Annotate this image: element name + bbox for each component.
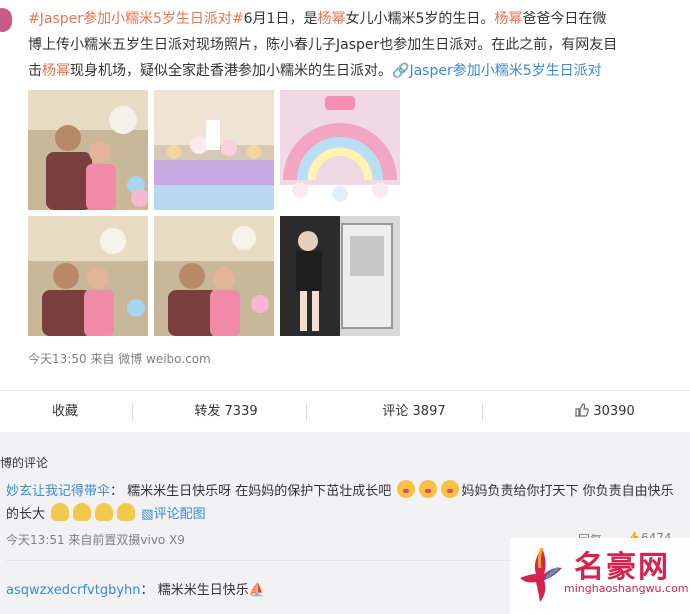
favorite-label: 收藏 <box>51 404 78 419</box>
action-bar: 收藏 转发 7339 评论 3897 30390 <box>0 390 690 434</box>
photo-image <box>280 90 400 210</box>
post-line-2: 博上传小糯米五岁生日派对现场照片，陈小春儿子Jasper也参加生日派对。在此之前… <box>28 37 618 53</box>
hug-emoji-icon <box>117 503 136 521</box>
mention-yangmi[interactable]: 杨幂 <box>42 63 70 79</box>
comment-text: 妈妈负责给你打天下 你负责自由快乐 <box>461 484 674 499</box>
hug-emoji-icon <box>51 503 70 521</box>
ship-emoji-icon: ⛵ <box>248 583 265 598</box>
like-count: 30390 <box>593 404 635 419</box>
comments-title: 博的评论 <box>0 456 49 470</box>
comment-meta: 今天13:51 来自前置双摄vivo X9 <box>6 533 185 547</box>
post-line-3: 击杨幂现身机场，疑似全家赴香港参加小糯米的生日派对。🔗Jasper参加小糯米5岁… <box>28 58 683 84</box>
post-text-segment: 爸爸今日在微 <box>522 11 607 27</box>
photo-thumbnail-3[interactable] <box>280 90 400 210</box>
photo-image <box>28 216 148 336</box>
repost-button[interactable]: 转发 7339 <box>146 391 306 433</box>
comment-username[interactable]: 妙玄让我记得带伞 <box>6 484 110 499</box>
comment-text: 糯米米生日快乐 <box>157 583 249 598</box>
photo-thumbnail-5[interactable] <box>154 216 274 336</box>
post-text: #Jasper参加小糯米5岁生日派对#6月1日，是杨幂女儿小糯米5岁的生日。杨幂… <box>28 6 683 84</box>
post-text-segment: 击 <box>28 63 42 79</box>
divider <box>306 403 307 421</box>
kiss-emoji-icon <box>397 480 416 498</box>
comment-button[interactable]: 评论 3897 <box>334 391 494 433</box>
image-icon: ▧ <box>141 507 154 522</box>
mention-yangmi[interactable]: 杨幂 <box>317 11 345 27</box>
topic-link[interactable]: 🔗Jasper参加小糯米5岁生日派对 <box>392 63 602 79</box>
comment-image-link-label: 评论配图 <box>153 507 206 522</box>
watermark-url: minghaoshangwu.com <box>564 582 689 595</box>
like-button[interactable]: 30390 <box>520 391 690 433</box>
post-text-segment: 女儿小糯米5岁的生日。 <box>345 11 495 27</box>
thumbs-up-icon <box>575 403 590 417</box>
comment-username[interactable]: asqwzxedcrfvtgbyhn <box>6 583 141 598</box>
comment-colon: ： <box>110 484 124 499</box>
photo-image <box>280 216 400 336</box>
post-meta: 今天13:50 来自 微博 weibo.com <box>28 352 211 366</box>
comment-text: 糯米米生日快乐呀 在妈妈的保护下茁壮成长吧 <box>127 484 392 499</box>
photo-thumbnail-4[interactable] <box>28 216 148 336</box>
photo-thumbnail-6[interactable] <box>280 216 400 336</box>
photo-image <box>28 90 148 210</box>
hashtag-link[interactable]: #Jasper参加小糯米5岁生日派对# <box>28 11 244 27</box>
comment-colon: ： <box>140 583 154 598</box>
avatar[interactable] <box>0 8 12 32</box>
kiss-emoji-icon <box>441 480 460 498</box>
photo-image <box>154 216 274 336</box>
favorite-button[interactable]: 收藏 <box>0 391 130 433</box>
comment-text: 的长大 <box>6 507 46 522</box>
watermark-title: 名豪网 <box>574 550 670 585</box>
photo-thumbnail-1[interactable] <box>28 90 148 210</box>
link-icon: 🔗 <box>392 63 410 79</box>
hug-emoji-icon <box>95 503 114 521</box>
divider <box>132 403 133 421</box>
kiss-emoji-icon <box>419 480 438 498</box>
divider <box>482 403 483 421</box>
watermark-logo-icon <box>520 547 562 602</box>
post-text-segment: 6月1日，是 <box>243 11 318 27</box>
comment-item: 妙玄让我记得带伞： 糯米米生日快乐呀 在妈妈的保护下茁壮成长吧 妈妈负责给你打天… <box>6 480 686 526</box>
repost-label: 转发 7339 <box>194 404 258 419</box>
photo-thumbnail-2[interactable] <box>154 90 274 210</box>
post-text-segment: 现身机场，疑似全家赴香港参加小糯米的生日派对。 <box>70 63 392 79</box>
photo-image <box>154 90 274 210</box>
post-line-1: #Jasper参加小糯米5岁生日派对#6月1日，是杨幂女儿小糯米5岁的生日。杨幂… <box>28 6 683 32</box>
mention-yangmi[interactable]: 杨幂 <box>494 11 522 27</box>
topic-link-label: Jasper参加小糯米5岁生日派对 <box>409 63 602 79</box>
site-watermark: 名豪网 minghaoshangwu.com <box>510 538 690 614</box>
comment-label: 评论 3897 <box>382 404 446 419</box>
hug-emoji-icon <box>73 503 92 521</box>
comment-image-link[interactable]: ▧评论配图 <box>141 507 205 522</box>
